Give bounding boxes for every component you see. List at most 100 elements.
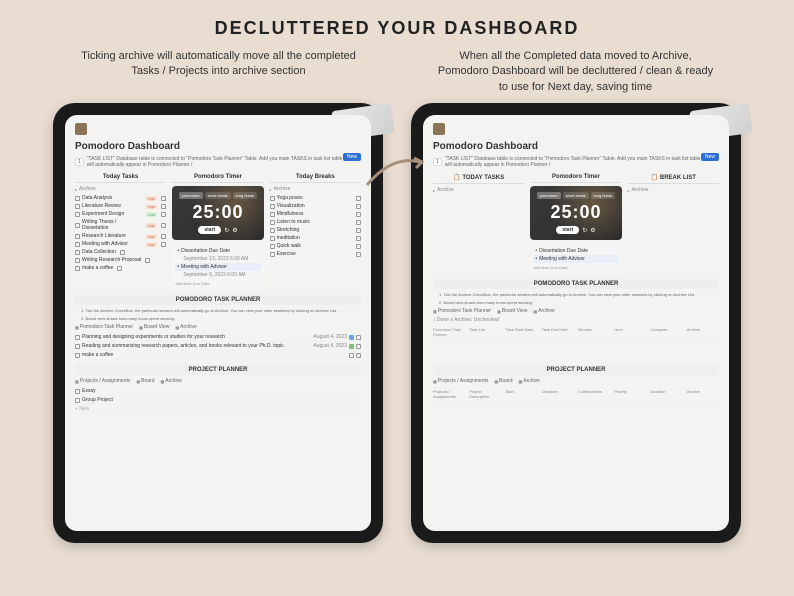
checkbox-icon[interactable]	[270, 220, 275, 225]
checkbox-icon[interactable]	[75, 223, 80, 228]
checkbox-icon[interactable]	[356, 204, 361, 209]
due-item[interactable]: September 9, 2023 6:00 AM	[175, 271, 260, 279]
planner-tab-board[interactable]: Board View	[139, 324, 169, 330]
status-square[interactable]	[349, 344, 354, 349]
checkbox-icon[interactable]	[75, 234, 80, 239]
reset-icon[interactable]: ↻	[224, 227, 229, 234]
task-item[interactable]: Writing Thesis / DissertationHigh	[75, 218, 166, 232]
archive-square[interactable]	[356, 344, 361, 349]
task-item[interactable]: Writing Research Proposal	[75, 256, 166, 264]
settings-icon[interactable]: ⚙	[232, 227, 237, 234]
break-item[interactable]: Quick walk	[270, 242, 361, 250]
project-tab-board[interactable]: Board	[494, 378, 512, 384]
add-due-date[interactable]: Add New Due Date	[533, 265, 618, 270]
table-column-header[interactable]: Complete	[651, 327, 683, 337]
checkbox-icon[interactable]	[75, 398, 80, 403]
checkbox-icon[interactable]	[270, 236, 275, 241]
archive-toggle[interactable]: Archive	[433, 187, 524, 193]
checkbox-icon[interactable]	[75, 204, 80, 209]
task-item[interactable]: Research LiteratureHigh	[75, 232, 166, 240]
table-column-header[interactable]: Priority	[614, 389, 646, 399]
timer-tab-pomodoro[interactable]: pomodoro	[537, 192, 561, 199]
planner-tab-board[interactable]: Board View	[497, 308, 527, 314]
checkbox-icon[interactable]	[161, 234, 166, 239]
checkbox-icon[interactable]	[270, 212, 275, 217]
checkbox-icon[interactable]	[356, 212, 361, 217]
checkbox-icon[interactable]	[161, 204, 166, 209]
checkbox-icon[interactable]	[270, 252, 275, 257]
checkbox-icon[interactable]	[120, 250, 125, 255]
filter-label[interactable]: ↕ Done ≡ Archive: Unchecked	[433, 317, 719, 323]
checkbox-icon[interactable]	[270, 228, 275, 233]
checkbox-icon[interactable]	[75, 335, 80, 340]
checkbox-icon[interactable]	[356, 236, 361, 241]
table-column-header[interactable]: Task End Date	[542, 327, 574, 337]
timer-tab-long[interactable]: long break	[233, 192, 258, 199]
table-column-header[interactable]: Archive	[687, 327, 719, 337]
planner-row[interactable]: Reading and summarizing research papers,…	[75, 342, 361, 351]
checkbox-icon[interactable]	[75, 212, 80, 217]
planner-tab-archive[interactable]: Archive	[175, 324, 196, 330]
checkbox-icon[interactable]	[161, 242, 166, 247]
project-tab-archive[interactable]: Archive	[518, 378, 539, 384]
checkbox-icon[interactable]	[75, 258, 80, 263]
new-button[interactable]: New	[701, 153, 719, 161]
checkbox-icon[interactable]	[356, 196, 361, 201]
task-item[interactable]: Experiment DesignLow	[75, 210, 166, 218]
checkbox-icon[interactable]	[117, 266, 122, 271]
archive-square[interactable]	[356, 335, 361, 340]
checkbox-icon[interactable]	[161, 212, 166, 217]
checkbox-icon[interactable]	[356, 252, 361, 257]
checkbox-icon[interactable]	[161, 223, 166, 228]
checkbox-icon[interactable]	[75, 250, 80, 255]
break-item[interactable]: Yoga poses	[270, 194, 361, 202]
archive-square[interactable]	[356, 353, 361, 358]
task-item[interactable]: Literature ReviewHigh	[75, 202, 166, 210]
table-column-header[interactable]: Collaborators	[578, 389, 610, 399]
break-item[interactable]: Listen to music	[270, 218, 361, 226]
break-item[interactable]: Mindfulness	[270, 210, 361, 218]
timer-tab-short[interactable]: short break	[563, 192, 589, 199]
task-item[interactable]: Meeting with AdvisorHigh	[75, 240, 166, 248]
reset-icon[interactable]: ↻	[582, 227, 587, 234]
start-button[interactable]: start	[198, 226, 221, 234]
archive-toggle[interactable]: Archive	[628, 187, 719, 193]
archive-toggle[interactable]: Archive	[75, 186, 166, 192]
table-column-header[interactable]: Deadline	[542, 389, 574, 399]
table-column-header[interactable]: Minutes	[578, 327, 610, 337]
checkbox-icon[interactable]	[75, 389, 80, 394]
break-item[interactable]: Visualization	[270, 202, 361, 210]
project-tab-main[interactable]: Projects / Assignments	[75, 378, 130, 384]
checkbox-icon[interactable]	[75, 242, 80, 247]
table-column-header[interactable]: Start	[506, 389, 538, 399]
timer-tab-short[interactable]: short break	[205, 192, 231, 199]
checkbox-icon[interactable]	[75, 344, 80, 349]
checkbox-icon[interactable]	[75, 266, 80, 271]
table-column-header[interactable]: Project Description	[469, 389, 501, 399]
project-tab-archive[interactable]: Archive	[160, 378, 181, 384]
table-column-header[interactable]: Task Start Date	[506, 327, 538, 337]
break-item[interactable]: meditation	[270, 234, 361, 242]
table-column-header[interactable]: Projects / Assignments	[433, 389, 465, 399]
planner-tab-main[interactable]: Pomodoro Task Planner	[433, 308, 491, 314]
checkbox-icon[interactable]	[270, 204, 275, 209]
checkbox-icon[interactable]	[145, 258, 150, 263]
status-square[interactable]	[349, 335, 354, 340]
planner-tab-archive[interactable]: Archive	[533, 308, 554, 314]
checkbox-icon[interactable]	[270, 196, 275, 201]
archive-toggle[interactable]: Archive	[270, 186, 361, 192]
status-square[interactable]	[349, 353, 354, 358]
checkbox-icon[interactable]	[75, 353, 80, 358]
task-item[interactable]: Data AnalysisHigh	[75, 194, 166, 202]
new-row[interactable]: + New	[75, 405, 361, 414]
table-column-header[interactable]: Duration	[651, 389, 683, 399]
timer-tab-pomodoro[interactable]: pomodoro	[179, 192, 203, 199]
break-item[interactable]: Stretching	[270, 226, 361, 234]
task-item[interactable]: make a coffee	[75, 264, 166, 272]
table-column-header[interactable]: Pomodoro Task Planner	[433, 327, 465, 337]
break-item[interactable]: Exercise	[270, 250, 361, 258]
checkbox-icon[interactable]	[75, 196, 80, 201]
checkbox-icon[interactable]	[270, 244, 275, 249]
checkbox-icon[interactable]	[356, 244, 361, 249]
project-row[interactable]: Group Project	[75, 396, 361, 405]
